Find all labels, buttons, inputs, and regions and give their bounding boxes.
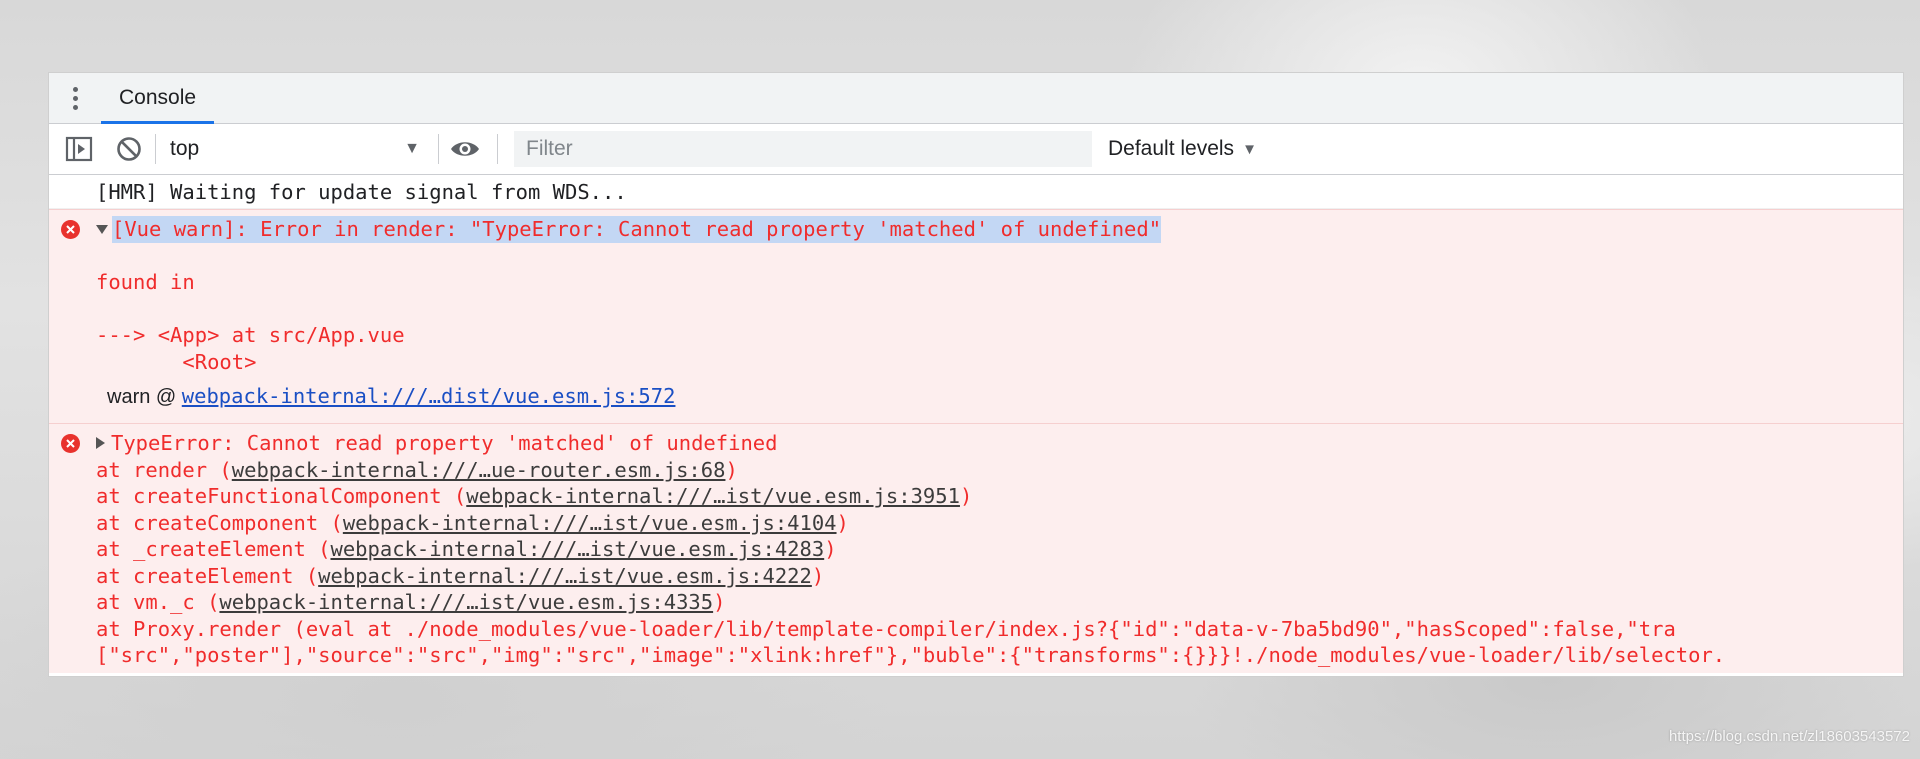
console-message-typeerror: TypeError: Cannot read property 'matched…	[49, 423, 1903, 673]
log-levels-label: Default levels	[1108, 137, 1235, 160]
found-in-text: found in	[96, 270, 195, 294]
expand-triangle-icon[interactable]	[96, 437, 105, 450]
live-expression-eye-icon[interactable]	[449, 133, 481, 165]
context-selector[interactable]: top ▼	[166, 131, 428, 167]
devtools-tabbar: Console	[49, 73, 1903, 124]
component-trace-app: ---> <App> at src/App.vue	[96, 323, 405, 347]
kebab-menu-icon[interactable]	[49, 73, 101, 123]
devtools-panel: Console top ▼ Filter Default levels ▼ [H…	[49, 73, 1903, 676]
log-levels-dropdown[interactable]: Default levels ▼	[1108, 137, 1257, 161]
chevron-down-icon: ▼	[1242, 140, 1257, 158]
stack-frame: at createComponent (webpack-internal:///…	[96, 510, 849, 535]
filter-input[interactable]	[514, 131, 1092, 167]
typeerror-headline: TypeError: Cannot read property 'matched…	[111, 431, 778, 455]
stack-frame-link[interactable]: webpack-internal:///…ist/vue.esm.js:4222	[318, 564, 812, 588]
error-icon	[61, 434, 80, 453]
console-toolbar: top ▼ Default levels ▼	[49, 124, 1903, 175]
stack-frame: at createElement (webpack-internal:///…i…	[96, 563, 825, 588]
stack-frame-link[interactable]: webpack-internal:///…ist/vue.esm.js:3951	[466, 484, 960, 508]
stack-frame-link[interactable]: webpack-internal:///…ist/vue.esm.js:4335	[219, 590, 713, 614]
vue-warn-headline: [Vue warn]: Error in render: "TypeError:…	[112, 216, 1162, 243]
stack-frame-link[interactable]: webpack-internal:///…ist/vue.esm.js:4104	[343, 511, 837, 535]
chevron-down-icon: ▼	[404, 140, 420, 157]
stack-frame: at vm._c (webpack-internal:///…ist/vue.e…	[96, 590, 726, 614]
stack-frame: at createFunctionalComponent (webpack-in…	[96, 484, 973, 508]
typeerror-headline-row[interactable]: TypeError: Cannot read property 'matched…	[96, 430, 1903, 457]
console-output: [HMR] Waiting for update signal from WDS…	[49, 175, 1903, 673]
context-value: top	[170, 137, 200, 160]
warn-source-row: warn @ webpack-internal:///…dist/vue.esm…	[96, 381, 1903, 411]
hmr-message-text: [HMR] Waiting for update signal from WDS…	[96, 179, 627, 204]
vue-warn-headline-row[interactable]: [Vue warn]: Error in render: "TypeError:…	[96, 216, 1903, 243]
toolbar-divider	[438, 134, 439, 164]
warn-source-prefix: warn @	[107, 386, 182, 408]
component-trace-root: <Root>	[96, 349, 257, 374]
stack-frame-proxy-render: at Proxy.render (eval at ./node_modules/…	[96, 616, 1676, 641]
tab-console[interactable]: Console	[101, 73, 215, 124]
stack-trace: at render (webpack-internal:///…ue-route…	[96, 457, 1903, 669]
clear-console-icon[interactable]	[113, 133, 145, 165]
stack-frame-continuation: ["src","poster"],"source":"src","img":"s…	[96, 643, 1726, 667]
toolbar-divider	[155, 134, 156, 164]
toolbar-divider	[497, 134, 498, 164]
stack-frame-link[interactable]: webpack-internal:///…ist/vue.esm.js:4283	[331, 537, 825, 561]
console-message-info: [HMR] Waiting for update signal from WDS…	[49, 175, 1903, 209]
stack-frame-link[interactable]: webpack-internal:///…ue-router.esm.js:68	[232, 458, 726, 482]
error-icon	[61, 220, 80, 239]
tab-console-label: Console	[119, 86, 197, 109]
collapse-triangle-icon[interactable]	[96, 224, 108, 234]
stack-frame: at render (webpack-internal:///…ue-route…	[96, 457, 738, 482]
watermark-text: https://blog.csdn.net/zl18603543572	[1668, 728, 1910, 745]
warn-source-link[interactable]: webpack-internal:///…dist/vue.esm.js:572	[182, 384, 676, 408]
sidebar-toggle-icon[interactable]	[63, 133, 95, 165]
console-message-vue-warn: [Vue warn]: Error in render: "TypeError:…	[49, 209, 1903, 423]
stack-frame: at _createElement (webpack-internal:///……	[96, 537, 837, 561]
